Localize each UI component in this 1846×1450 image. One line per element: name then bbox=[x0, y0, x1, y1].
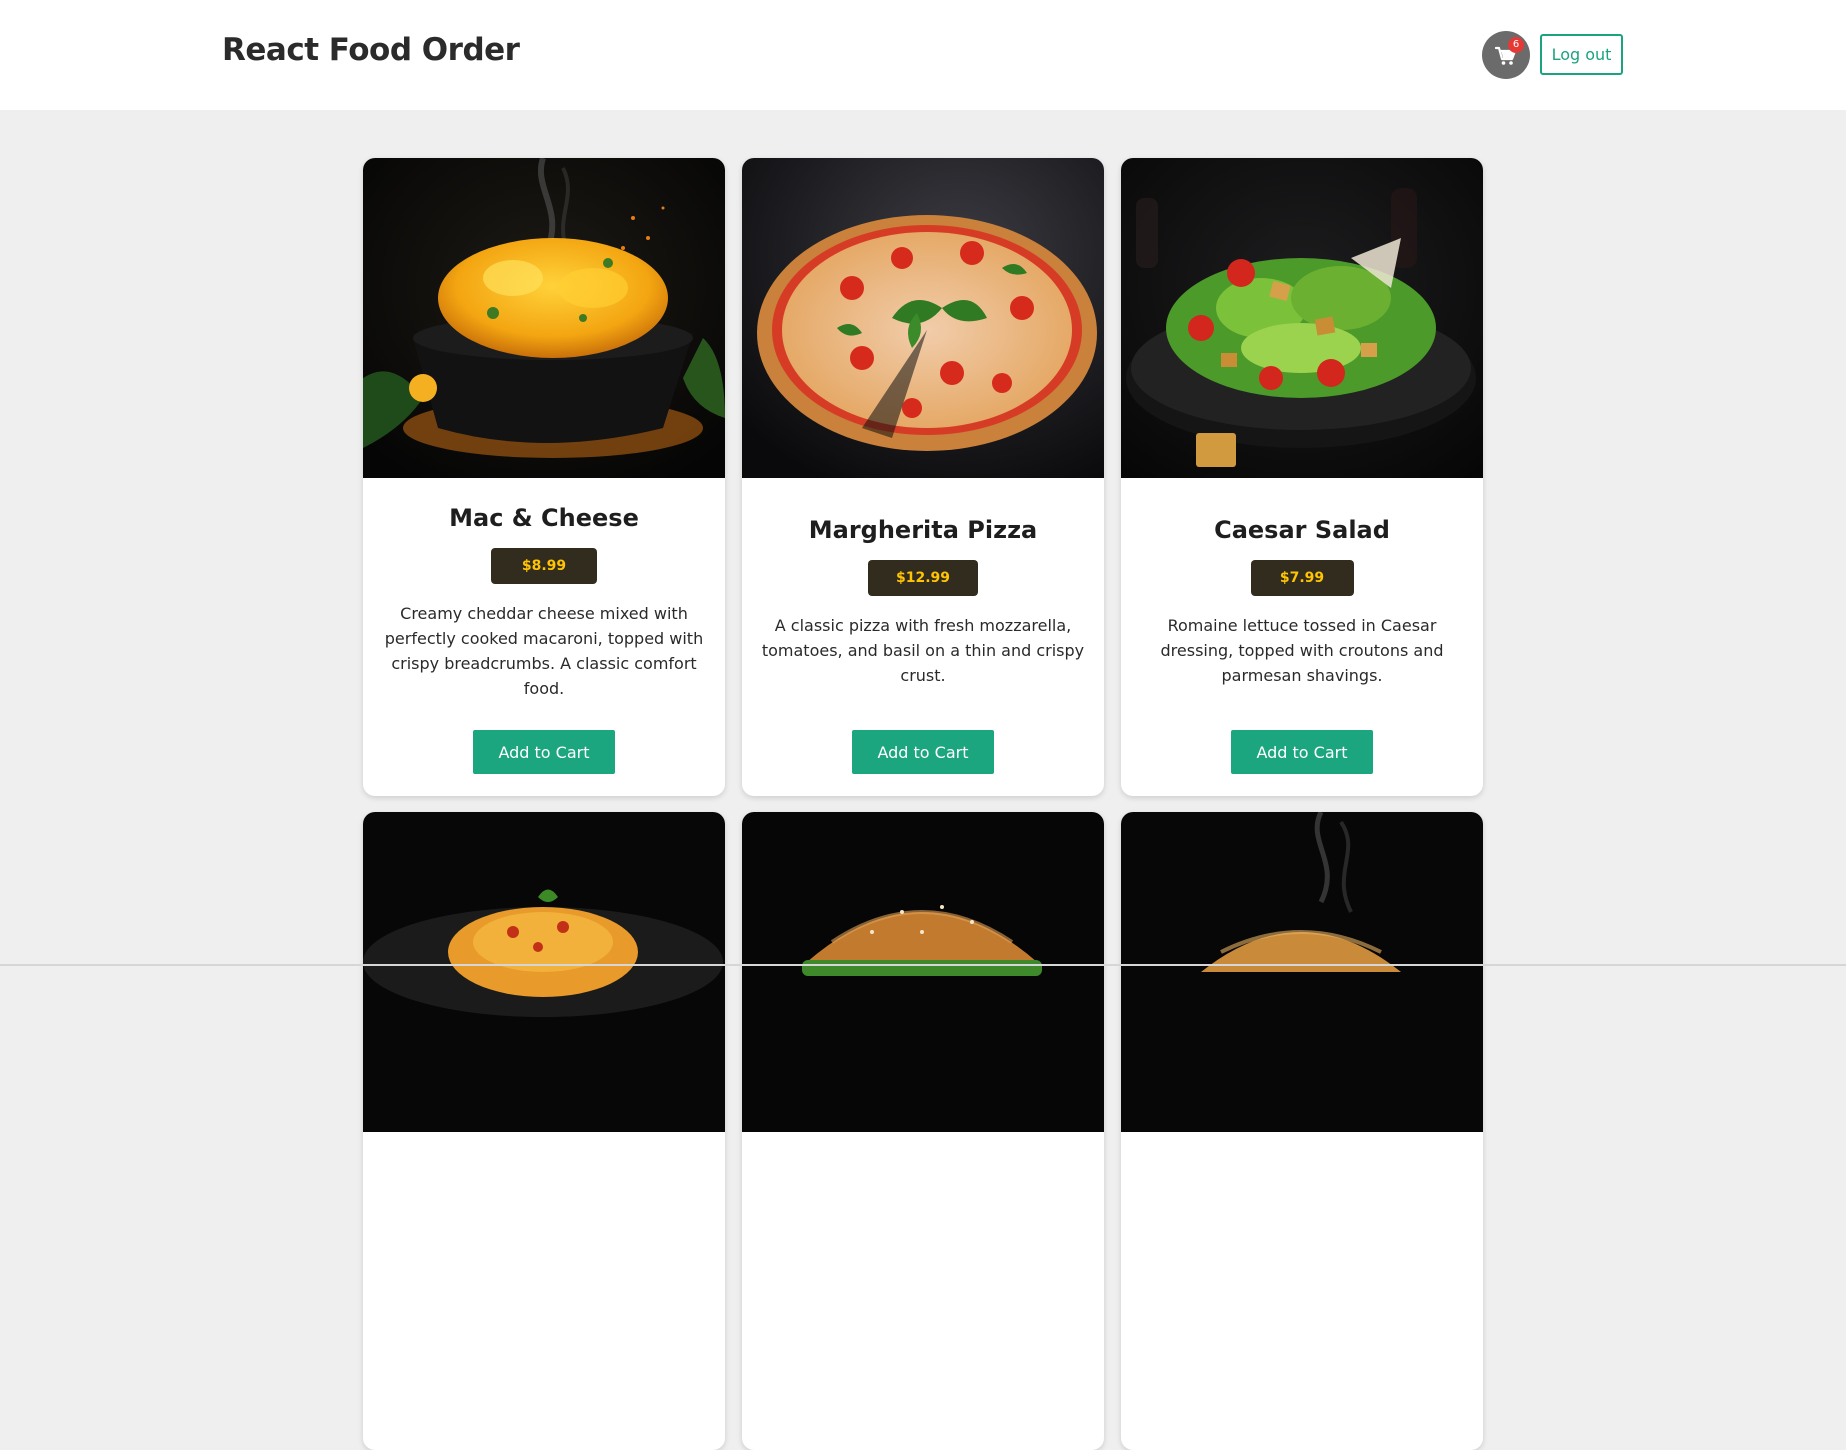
meal-image bbox=[742, 158, 1104, 478]
meal-name: Margherita Pizza bbox=[808, 516, 1038, 544]
meal-card bbox=[742, 812, 1104, 1450]
meal-card: Mac & Cheese $8.99 Creamy cheddar cheese… bbox=[363, 158, 725, 796]
app-header: React Food Order 6 Log out bbox=[0, 0, 1846, 110]
cart-button[interactable]: 6 bbox=[1482, 31, 1530, 79]
meal-image bbox=[742, 812, 1104, 1132]
add-to-cart-button[interactable]: Add to Cart bbox=[473, 730, 615, 774]
app-title: React Food Order bbox=[222, 32, 520, 68]
meal-image bbox=[1121, 158, 1483, 478]
meal-card: Caesar Salad $7.99 Romaine lettuce tosse… bbox=[1121, 158, 1483, 796]
logout-button[interactable]: Log out bbox=[1540, 34, 1623, 75]
meal-price: $8.99 bbox=[491, 547, 597, 584]
meal-card: Margherita Pizza $12.99 A classic pizza … bbox=[742, 158, 1104, 796]
meal-description: Creamy cheddar cheese mixed with perfect… bbox=[384, 603, 704, 698]
meal-price: $7.99 bbox=[1250, 560, 1354, 596]
meal-card bbox=[363, 812, 725, 1450]
meal-description: A classic pizza with fresh mozzarella, t… bbox=[761, 616, 1085, 685]
meal-image bbox=[363, 812, 725, 1132]
meal-price: $12.99 bbox=[868, 560, 978, 596]
cart-count-badge: 6 bbox=[1508, 37, 1524, 53]
meal-card bbox=[1121, 812, 1483, 1450]
meal-name: Mac & Cheese bbox=[449, 503, 639, 532]
meals-grid: Mac & Cheese $8.99 Creamy cheddar cheese… bbox=[363, 158, 1483, 1450]
meal-description: Romaine lettuce tossed in Caesar dressin… bbox=[1160, 616, 1444, 685]
meal-image bbox=[363, 158, 725, 478]
add-to-cart-button[interactable]: Add to Cart bbox=[852, 730, 994, 774]
meal-name: Caesar Salad bbox=[1214, 516, 1390, 544]
add-to-cart-button[interactable]: Add to Cart bbox=[1231, 730, 1373, 774]
meal-image bbox=[1121, 812, 1483, 1132]
